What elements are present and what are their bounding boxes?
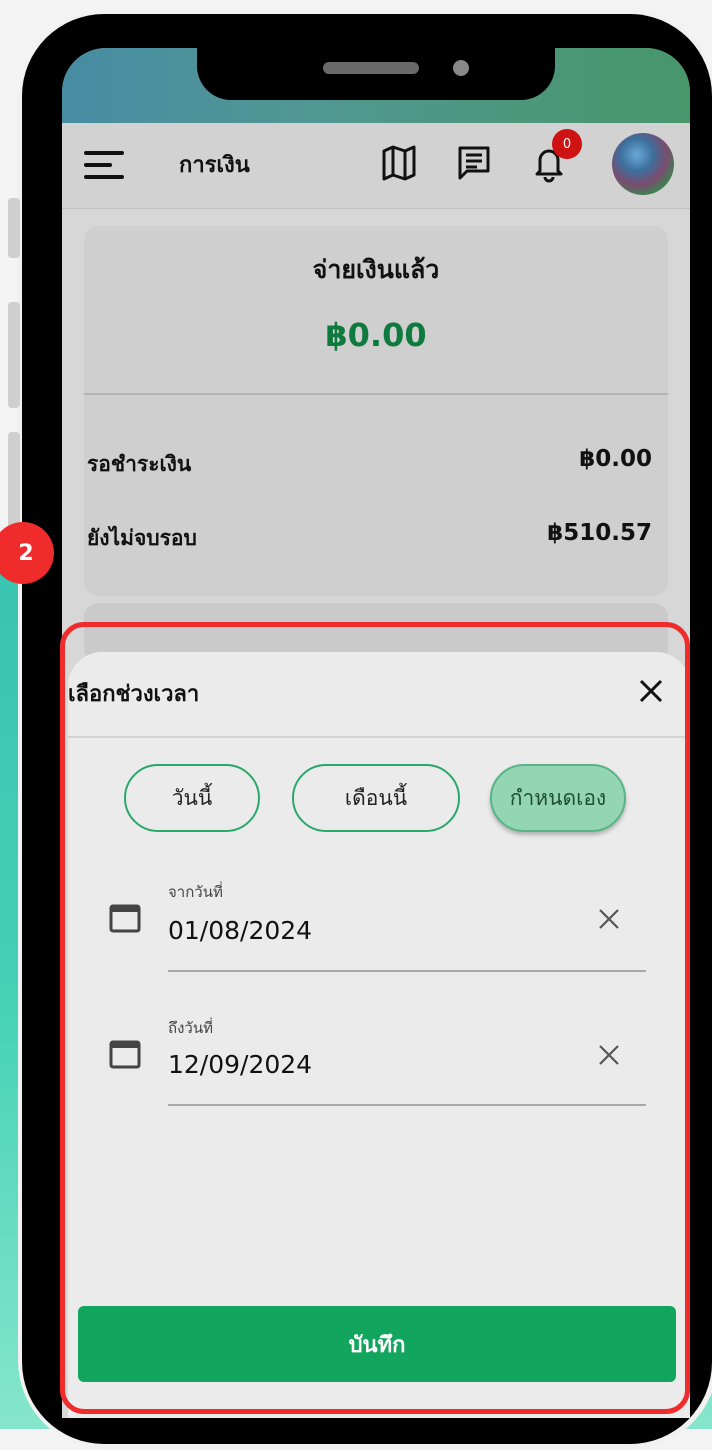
- paid-title: จ่ายเงินแล้ว: [312, 255, 440, 284]
- app-header: การเงิน 0: [62, 123, 690, 209]
- phone-side-button: [8, 198, 20, 258]
- notification-badge: 0: [552, 129, 582, 159]
- phone-notch: [197, 48, 555, 100]
- avatar[interactable]: [612, 133, 674, 195]
- divider: [84, 393, 668, 395]
- paid-amount: ฿0.00: [325, 316, 427, 354]
- phone-side-button: [8, 302, 20, 408]
- map-icon[interactable]: [380, 143, 418, 183]
- payment-summary-card: จ่ายเงินแล้ว ฿0.00 รอชำระเงิน ฿0.00 ยังไ…: [84, 226, 668, 596]
- pending-value: ฿0.00: [579, 446, 652, 472]
- unfinished-value: ฿510.57: [547, 520, 652, 546]
- pending-label: รอชำระเงิน: [87, 452, 192, 476]
- unfinished-label: ยังไม่จบรอบ: [87, 526, 197, 550]
- menu-icon[interactable]: [84, 147, 126, 183]
- message-icon[interactable]: [455, 143, 493, 183]
- speaker-grille: [323, 62, 419, 74]
- front-camera: [453, 60, 469, 76]
- highlight-box: [60, 622, 690, 1414]
- page-title: การเงิน: [179, 153, 250, 178]
